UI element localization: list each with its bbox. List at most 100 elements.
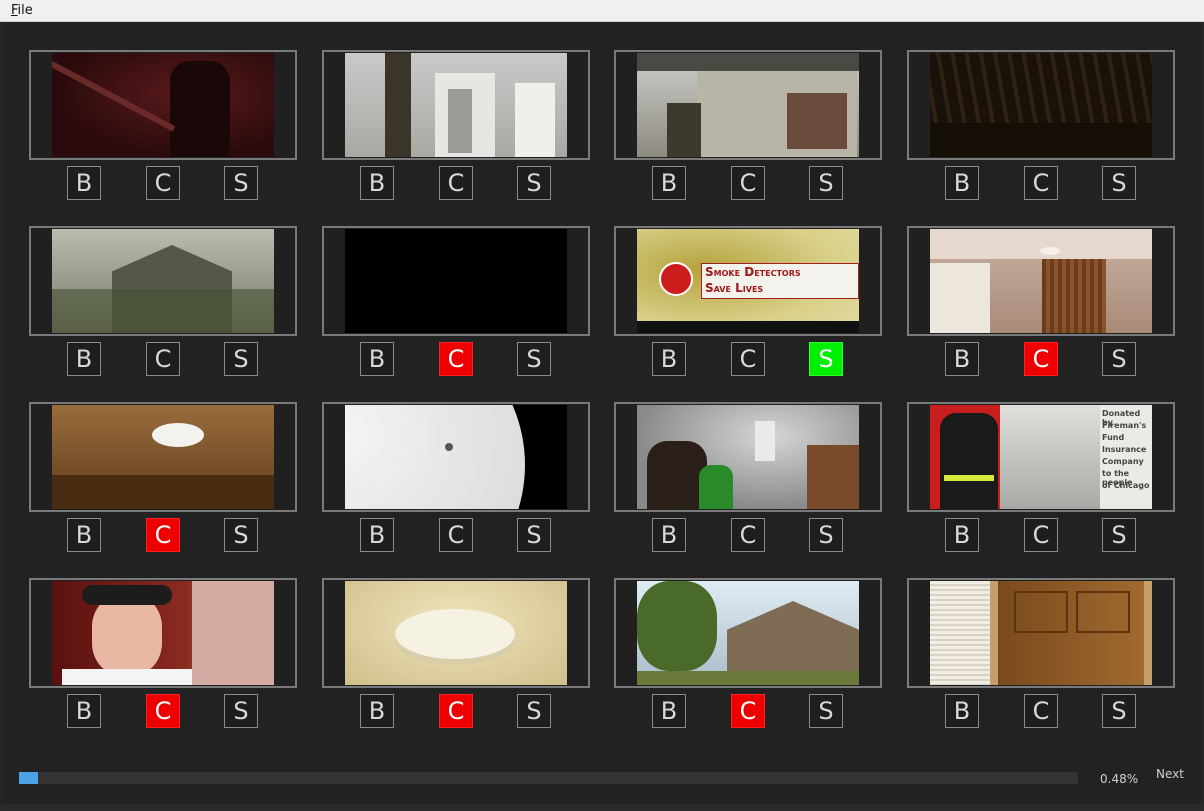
sponsor-text-line: Fireman's bbox=[1102, 421, 1147, 430]
c-button[interactable]: C bbox=[146, 518, 180, 552]
sponsor-text-line: of Chicago bbox=[1102, 481, 1150, 490]
s-button[interactable]: S bbox=[809, 694, 843, 728]
s-button[interactable]: S bbox=[517, 166, 551, 200]
thumbnail-cell: BCS bbox=[907, 578, 1177, 738]
thumbnail-cell: BCS bbox=[614, 50, 884, 210]
s-button[interactable]: S bbox=[224, 166, 258, 200]
thumbnail-cell: Donated by Fireman's Fund Insurance Company t… bbox=[907, 402, 1177, 562]
s-button[interactable]: S bbox=[1102, 518, 1136, 552]
c-button[interactable]: C bbox=[1024, 166, 1058, 200]
next-button[interactable]: Next bbox=[1150, 766, 1190, 784]
thumbnail-frame[interactable]: Smoke Detectors Save Lives bbox=[614, 226, 882, 336]
b-button[interactable]: B bbox=[360, 166, 394, 200]
thumbnail-frame[interactable] bbox=[322, 578, 590, 688]
title-line-2: Save Lives bbox=[705, 281, 764, 295]
thumbnail-image bbox=[345, 53, 567, 157]
s-button[interactable]: S bbox=[224, 694, 258, 728]
b-button[interactable]: B bbox=[360, 518, 394, 552]
c-button[interactable]: C bbox=[439, 342, 473, 376]
thumbnail-image bbox=[345, 581, 567, 685]
c-button[interactable]: C bbox=[439, 694, 473, 728]
b-button[interactable]: B bbox=[652, 694, 686, 728]
thumbnail-image bbox=[345, 229, 567, 333]
thumbnail-cell: BCS bbox=[29, 578, 299, 738]
thumbnail-cell: BCS bbox=[322, 50, 592, 210]
c-button[interactable]: C bbox=[146, 342, 180, 376]
tag-buttons: BCS bbox=[322, 694, 592, 730]
b-button[interactable]: B bbox=[67, 518, 101, 552]
thumbnail-frame[interactable] bbox=[29, 578, 297, 688]
thumbnail-frame[interactable] bbox=[322, 226, 590, 336]
bottom-strip bbox=[0, 804, 1204, 811]
thumbnail-frame[interactable] bbox=[614, 578, 882, 688]
b-button[interactable]: B bbox=[360, 694, 394, 728]
tag-buttons: BCS bbox=[322, 166, 592, 202]
s-button[interactable]: S bbox=[809, 166, 843, 200]
c-button[interactable]: C bbox=[731, 166, 765, 200]
s-button[interactable]: S bbox=[517, 342, 551, 376]
s-button[interactable]: S bbox=[1102, 342, 1136, 376]
b-button[interactable]: B bbox=[652, 342, 686, 376]
c-button[interactable]: C bbox=[1024, 518, 1058, 552]
progress-label: 0.48% bbox=[1100, 772, 1139, 786]
b-button[interactable]: B bbox=[67, 342, 101, 376]
c-button[interactable]: C bbox=[1024, 342, 1058, 376]
progress-bar bbox=[19, 772, 1078, 784]
thumbnail-frame[interactable] bbox=[322, 402, 590, 512]
s-button[interactable]: S bbox=[809, 518, 843, 552]
thumbnail-cell: Smoke Detectors Save Lives B C S bbox=[614, 226, 884, 386]
thumbnail-cell: BCS bbox=[322, 578, 592, 738]
thumbnail-frame[interactable]: Donated by Fireman's Fund Insurance Company t… bbox=[907, 402, 1175, 512]
s-button[interactable]: S bbox=[517, 518, 551, 552]
s-button[interactable]: S bbox=[224, 342, 258, 376]
b-button[interactable]: B bbox=[360, 342, 394, 376]
b-button[interactable]: B bbox=[945, 166, 979, 200]
sponsor-text-line: Insurance bbox=[1102, 445, 1147, 454]
b-button[interactable]: B bbox=[652, 518, 686, 552]
tag-buttons: BCS bbox=[614, 342, 884, 378]
b-button[interactable]: B bbox=[67, 166, 101, 200]
thumbnail-image bbox=[637, 53, 859, 157]
thumbnail-frame[interactable] bbox=[322, 50, 590, 160]
c-button[interactable]: C bbox=[731, 518, 765, 552]
thumbnail-frame[interactable] bbox=[29, 50, 297, 160]
thumbnail-image bbox=[930, 229, 1152, 333]
c-button[interactable]: C bbox=[1024, 694, 1058, 728]
thumbnail-frame[interactable] bbox=[29, 226, 297, 336]
thumbnail-cell: BCS bbox=[29, 50, 299, 210]
s-button[interactable]: S bbox=[224, 518, 258, 552]
c-button[interactable]: C bbox=[146, 694, 180, 728]
s-button[interactable]: S bbox=[1102, 694, 1136, 728]
thumbnail-frame[interactable] bbox=[907, 50, 1175, 160]
thumbnail-cell: BCS bbox=[907, 226, 1177, 386]
thumbnail-image: Smoke Detectors Save Lives bbox=[637, 229, 859, 333]
thumbnail-image bbox=[637, 405, 859, 509]
thumbnail-frame[interactable] bbox=[614, 50, 882, 160]
c-button[interactable]: C bbox=[731, 694, 765, 728]
c-button[interactable]: C bbox=[146, 166, 180, 200]
thumbnail-image bbox=[930, 53, 1152, 157]
progress-fill bbox=[19, 772, 38, 784]
menu-file[interactable]: File bbox=[11, 3, 33, 18]
b-button[interactable]: B bbox=[945, 342, 979, 376]
c-button[interactable]: C bbox=[439, 518, 473, 552]
tag-buttons: BCS bbox=[614, 166, 884, 202]
thumbnail-cell: BCS bbox=[614, 578, 884, 738]
thumbnail-cell: BCS bbox=[29, 226, 299, 386]
b-button[interactable]: B bbox=[945, 518, 979, 552]
s-button[interactable]: S bbox=[517, 694, 551, 728]
thumbnail-frame[interactable] bbox=[907, 226, 1175, 336]
b-button[interactable]: B bbox=[652, 166, 686, 200]
tag-buttons: BCS bbox=[29, 166, 299, 202]
thumbnail-image bbox=[345, 405, 567, 509]
s-button[interactable]: S bbox=[809, 342, 843, 376]
b-button[interactable]: B bbox=[945, 694, 979, 728]
c-button[interactable]: C bbox=[439, 166, 473, 200]
thumbnail-frame[interactable] bbox=[907, 578, 1175, 688]
tag-buttons: BCS bbox=[322, 518, 592, 554]
c-button[interactable]: C bbox=[731, 342, 765, 376]
thumbnail-frame[interactable] bbox=[614, 402, 882, 512]
b-button[interactable]: B bbox=[67, 694, 101, 728]
s-button[interactable]: S bbox=[1102, 166, 1136, 200]
thumbnail-frame[interactable] bbox=[29, 402, 297, 512]
